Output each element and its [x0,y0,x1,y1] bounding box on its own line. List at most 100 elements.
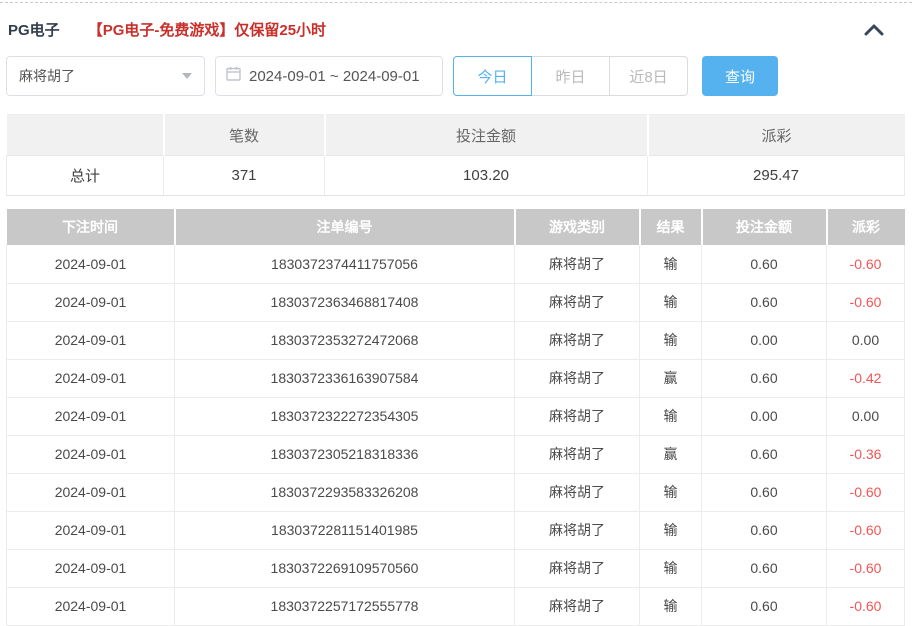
cell-payout: 0.00 [826,397,905,436]
table-row: 2024-09-01 1830372269109570560 麻将胡了 输 0.… [6,549,905,588]
cell-result: 赢 [639,435,702,474]
yesterday-button[interactable]: 昨日 [531,56,610,96]
cell-game-type: 麻将胡了 [514,321,640,360]
cell-order-id: 1830372374411757056 [174,245,515,284]
cell-bet-amount: 0.00 [701,321,827,360]
cell-order-id: 1830372322272354305 [174,397,515,436]
table-row: 2024-09-01 1830372305218318336 麻将胡了 赢 0.… [6,435,905,474]
bet-records-table: 下注时间 注单编号 游戏类别 结果 投注金额 派彩 2024-09-01 183… [6,209,905,626]
cell-order-id: 1830372293583326208 [174,473,515,512]
header-bet-amount: 投注金额 [701,209,828,245]
cell-result: 输 [639,245,702,284]
game-select[interactable]: 麻将胡了 [6,56,205,96]
table-row: 2024-09-01 1830372293583326208 麻将胡了 输 0.… [6,473,905,512]
summary-header-blank [6,114,165,156]
cell-order-id: 1830372363468817408 [174,283,515,322]
summary-total-count: 371 [163,155,325,196]
panel-header: PG电子 【PG电子-免费游戏】仅保留25小时 [6,3,904,52]
cell-result: 赢 [639,359,702,398]
cell-result: 输 [639,473,702,512]
cell-order-id: 1830372257172555778 [174,587,515,626]
cell-game-type: 麻将胡了 [514,587,640,626]
date-range-picker[interactable]: 2024-09-01 ~ 2024-09-01 [215,56,443,96]
cell-payout: -0.60 [826,549,905,588]
last-8-days-button[interactable]: 近8日 [609,56,688,96]
table-row: 2024-09-01 1830372322272354305 麻将胡了 输 0.… [6,397,905,436]
today-button[interactable]: 今日 [453,56,532,96]
table-row: 2024-09-01 1830372336163907584 麻将胡了 赢 0.… [6,359,905,398]
cell-order-id: 1830372336163907584 [174,359,515,398]
cell-order-id: 1830372353272472068 [174,321,515,360]
cell-bet-time: 2024-09-01 [6,473,175,512]
cell-bet-amount: 0.60 [701,511,827,550]
cell-payout: -0.36 [826,435,905,474]
query-button[interactable]: 查询 [702,56,778,96]
cell-payout: -0.60 [826,473,905,512]
cell-payout: 0.00 [826,321,905,360]
quick-date-button-group: 今日 昨日 近8日 [453,56,688,96]
cell-payout: -0.60 [826,587,905,626]
summary-header-row: 笔数 投注金额 派彩 [6,114,905,156]
cell-result: 输 [639,397,702,436]
table-row: 2024-09-01 1830372257172555778 麻将胡了 输 0.… [6,587,905,626]
summary-total-payout: 295.47 [647,155,905,196]
table-row: 2024-09-01 1830372281151401985 麻将胡了 输 0.… [6,511,905,550]
cell-game-type: 麻将胡了 [514,359,640,398]
summary-total-label: 总计 [6,155,164,196]
cell-bet-amount: 0.00 [701,397,827,436]
cell-result: 输 [639,511,702,550]
date-range-value: 2024-09-01 ~ 2024-09-01 [249,67,420,85]
cell-bet-time: 2024-09-01 [6,397,175,436]
header-result: 结果 [639,209,703,245]
summary-total-bet-amount: 103.20 [324,155,648,196]
summary-total-row: 总计 371 103.20 295.47 [6,155,905,196]
cell-bet-time: 2024-09-01 [6,359,175,398]
table-row: 2024-09-01 1830372363468817408 麻将胡了 输 0.… [6,283,905,322]
cell-game-type: 麻将胡了 [514,283,640,322]
collapse-button[interactable] [864,24,884,36]
summary-header-count: 笔数 [163,114,326,156]
cell-game-type: 麻将胡了 [514,511,640,550]
caret-down-icon [182,73,192,79]
cell-order-id: 1830372305218318336 [174,435,515,474]
cell-payout: -0.60 [826,283,905,322]
header-payout: 派彩 [826,209,905,245]
cell-result: 输 [639,549,702,588]
cell-game-type: 麻将胡了 [514,245,640,284]
header-game-type: 游戏类别 [514,209,641,245]
table-row: 2024-09-01 1830372353272472068 麻将胡了 输 0.… [6,321,905,360]
cell-bet-time: 2024-09-01 [6,587,175,626]
cell-bet-time: 2024-09-01 [6,245,175,284]
table-row: 2024-09-01 1830372374411757056 麻将胡了 输 0.… [6,245,905,284]
pg-records-panel: PG电子 【PG电子-免费游戏】仅保留25小时 麻将胡了 2024-09-01 … [0,2,912,626]
cell-order-id: 1830372269109570560 [174,549,515,588]
cell-payout: -0.60 [826,511,905,550]
cell-game-type: 麻将胡了 [514,473,640,512]
panel-title: PG电子 [8,22,60,39]
cell-game-type: 麻将胡了 [514,549,640,588]
cell-bet-time: 2024-09-01 [6,435,175,474]
cell-order-id: 1830372281151401985 [174,511,515,550]
cell-game-type: 麻将胡了 [514,435,640,474]
cell-result: 输 [639,587,702,626]
summary-header-payout: 派彩 [647,114,905,156]
records-header-row: 下注时间 注单编号 游戏类别 结果 投注金额 派彩 [6,209,905,245]
cell-result: 输 [639,283,702,322]
cell-bet-amount: 0.60 [701,245,827,284]
cell-bet-time: 2024-09-01 [6,549,175,588]
cell-bet-time: 2024-09-01 [6,511,175,550]
calendar-icon [226,66,241,86]
cell-result: 输 [639,321,702,360]
chevron-up-icon [864,24,884,39]
cell-bet-amount: 0.60 [701,283,827,322]
panel-notice: 【PG电子-免费游戏】仅保留25小时 [87,22,327,39]
cell-game-type: 麻将胡了 [514,397,640,436]
cell-bet-time: 2024-09-01 [6,321,175,360]
cell-bet-amount: 0.60 [701,359,827,398]
filter-controls: 麻将胡了 2024-09-01 ~ 2024-09-01 今日 昨日 近8日 查… [6,56,904,96]
cell-bet-time: 2024-09-01 [6,283,175,322]
summary-header-bet-amount: 投注金额 [324,114,649,156]
cell-payout: -0.60 [826,245,905,284]
game-select-value: 麻将胡了 [19,68,75,84]
summary-table: 笔数 投注金额 派彩 总计 371 103.20 295.47 [6,114,905,196]
